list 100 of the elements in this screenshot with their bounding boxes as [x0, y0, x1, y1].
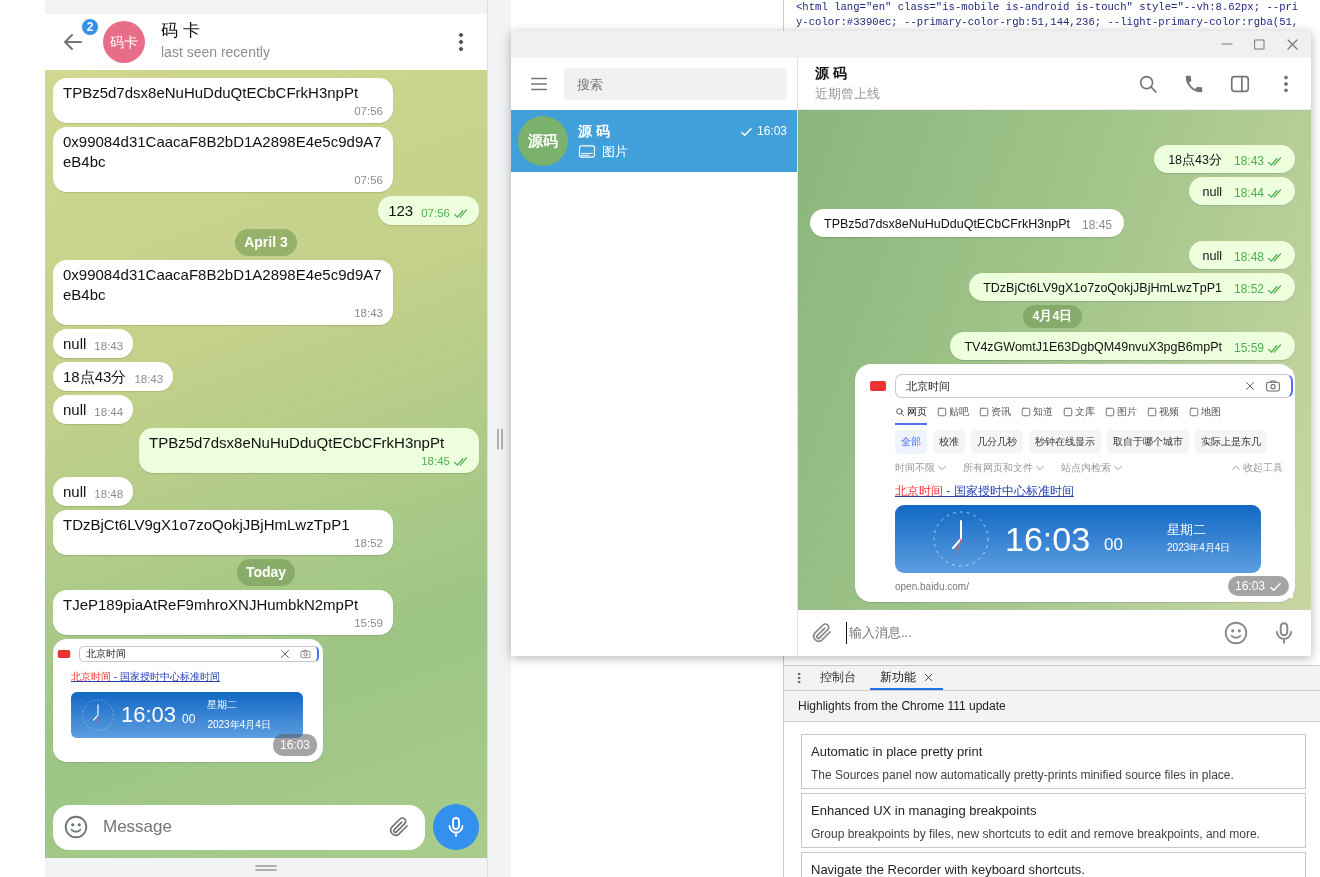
- message-text: 18点43分: [63, 367, 127, 387]
- tab-icon: [1147, 407, 1157, 417]
- contact-status: last seen recently: [161, 42, 271, 62]
- date-separator: April 3: [235, 229, 297, 256]
- message-time: 15:59: [354, 616, 383, 631]
- message-text: null: [1202, 248, 1222, 266]
- message-time: 16:03: [279, 737, 310, 754]
- tab-icon: [1189, 407, 1199, 417]
- search-field[interactable]: 北京时间: [79, 646, 319, 662]
- message-text: null: [1202, 184, 1222, 202]
- message-composer[interactable]: Message: [53, 804, 425, 850]
- message-text: null: [63, 400, 87, 420]
- clock-seconds: 00: [1104, 536, 1123, 554]
- message-text: TDzBjCt6LV9gX1o7zoQokjJBjHmLwzTpP1: [63, 515, 350, 535]
- search-tab[interactable]: 贴吧: [937, 403, 969, 425]
- clock-face-icon: [931, 509, 991, 569]
- drawer-tab[interactable]: 控制台: [810, 666, 866, 690]
- camera-icon[interactable]: [1265, 379, 1281, 393]
- feature-link[interactable]: Navigate the Recorder with keyboard shortcuts.: [811, 861, 1085, 877]
- close-icon[interactable]: [924, 672, 933, 682]
- search-tab[interactable]: 视频: [1147, 403, 1179, 425]
- filter-chip[interactable]: 实际上是东几: [1195, 430, 1267, 454]
- camera-icon[interactable]: [300, 649, 311, 659]
- message-text: 123: [388, 201, 414, 221]
- tab-label: 知道: [1033, 405, 1053, 419]
- microphone-button[interactable]: [433, 804, 479, 850]
- clock-seconds: 00: [182, 711, 196, 728]
- resize-handle-icon[interactable]: [253, 862, 279, 873]
- message-input[interactable]: 输入消息...: [846, 622, 1211, 644]
- tab-icon: [1105, 407, 1115, 417]
- message-time: 18:44: [1233, 185, 1264, 202]
- message-time: 07:56: [354, 173, 383, 188]
- message-text: null: [63, 482, 87, 502]
- message-text: TDzBjCt6LV9gX1o7zoQokjJBjHmLwzTpP1: [983, 280, 1222, 298]
- message-text: 0x99084d31CaacaF8B2bD1A2898E4e5c9d9A7eB4bc: [63, 132, 383, 172]
- tab-label: 资讯: [991, 405, 1011, 419]
- clear-icon[interactable]: [1245, 381, 1255, 391]
- feature-link[interactable]: Enhanced UX in managing breakpoints: [811, 802, 1037, 819]
- splitter-handle-icon[interactable]: [494, 426, 505, 451]
- filter-chip[interactable]: 全部: [895, 430, 927, 454]
- message-text: TPBz5d7dsx8eNuHuDduQtECbCFrkH3npPt: [149, 433, 445, 453]
- filter-chip[interactable]: 校准: [933, 430, 965, 454]
- message-time: 07:56: [354, 104, 383, 119]
- message-text: TV4zGWomtJ1E63DgbQM49nvuX3pgB6mpPt: [964, 339, 1222, 356]
- message-time: 18:45: [421, 454, 450, 469]
- result-link[interactable]: 北京时间 - 国家授时中心标准时间: [895, 484, 1074, 498]
- message-time: 18:52: [354, 536, 383, 551]
- search-tab[interactable]: 地图: [1189, 403, 1221, 425]
- search-tab[interactable]: 文库: [1063, 403, 1095, 425]
- search-field[interactable]: 北京时间: [895, 374, 1293, 398]
- close-icon[interactable]: [1286, 38, 1299, 51]
- message-input[interactable]: Message: [101, 813, 375, 841]
- message-time: 16:03: [1234, 578, 1265, 595]
- emoji-icon[interactable]: [1223, 620, 1249, 646]
- message-preview: 图片: [602, 142, 628, 161]
- search-field[interactable]: 搜索: [564, 68, 787, 100]
- unread-badge: 2: [81, 18, 99, 36]
- tab-label: 文库: [1075, 405, 1095, 419]
- message-time: 18:44: [94, 405, 124, 420]
- chat-name: 源 码: [578, 121, 611, 141]
- source-code-line: <html lang="en" class="is-mobile is-android is-touch" style="--vh:8.62px; --pri: [796, 0, 1300, 15]
- paperclip-icon[interactable]: [387, 815, 411, 839]
- search-tab[interactable]: 知道: [1021, 403, 1053, 425]
- clock-time: 16:03: [1005, 522, 1091, 556]
- message-time: 18:43: [1233, 153, 1264, 170]
- message-time: 18:48: [1233, 249, 1264, 266]
- avatar: 源码: [518, 116, 568, 166]
- tab-label: 视频: [1159, 405, 1179, 419]
- url-text: open.baidu.com/: [894, 580, 969, 594]
- message-text: TPBz5d7dsx8eNuHuDduQtECbCFrkH3npPt: [824, 216, 1070, 234]
- image-message[interactable]: 北京时间 网页 贴吧 资讯 知道 文库 图片 视频 地图 全部 校准 几分几秒 秒钟在线显示 取自于哪个城市 实际上是东几 时间不限 所有网页和文件 站点内检索 收起工具 北京时间 - 国家授时中心标准时间 16:03 00 星期二 2023年4月4日 open.baidu.com/ 16:03: [855, 364, 1295, 602]
- tab-label: 网页: [907, 405, 927, 419]
- logo-icon: [869, 380, 887, 392]
- filter-chip[interactable]: 秒钟在线显示: [1029, 430, 1101, 454]
- feature-description: The Sources panel now automatically pretty-prints minified source files in place.: [811, 767, 1235, 784]
- search-tab[interactable]: 图片: [1105, 403, 1137, 425]
- image-message[interactable]: 北京时间 北京时间 - 国家授时中心标准时间 16:03 00 星期二 2023年4月4日 16:03: [53, 639, 323, 762]
- paperclip-icon[interactable]: [810, 621, 834, 645]
- clear-icon[interactable]: [280, 649, 290, 659]
- tab-icon: [1063, 407, 1073, 417]
- contact-status: 近期曾上线: [815, 85, 881, 104]
- tab-icon: [979, 407, 989, 417]
- date-label: 2023年4月4日: [1167, 541, 1231, 555]
- filter-chip[interactable]: 取自于哪个城市: [1107, 430, 1189, 454]
- search-icon: [895, 407, 905, 417]
- contact-name: 源 码: [815, 64, 848, 84]
- feature-link[interactable]: Automatic in place pretty print: [811, 743, 983, 760]
- message-text: 0x99084d31CaacaF8B2bD1A2898E4e5c9d9A7eB4bc: [63, 265, 383, 305]
- date-separator: 4月4日: [1022, 305, 1083, 328]
- tab-icon: [937, 407, 947, 417]
- result-link[interactable]: 北京时间 - 国家授时中心标准时间: [71, 671, 220, 682]
- logo-icon: [57, 649, 71, 659]
- filter-chip[interactable]: 几分几秒: [971, 430, 1023, 454]
- message-time: 18:43: [354, 306, 383, 321]
- search-tab[interactable]: 资讯: [979, 403, 1011, 425]
- search-tab[interactable]: 网页: [895, 403, 927, 425]
- maximize-icon[interactable]: [1253, 38, 1266, 51]
- panel-heading: Highlights from the Chrome 111 update: [784, 691, 1320, 722]
- emoji-icon[interactable]: [63, 814, 89, 840]
- weekday-label: 星期二: [1167, 521, 1207, 539]
